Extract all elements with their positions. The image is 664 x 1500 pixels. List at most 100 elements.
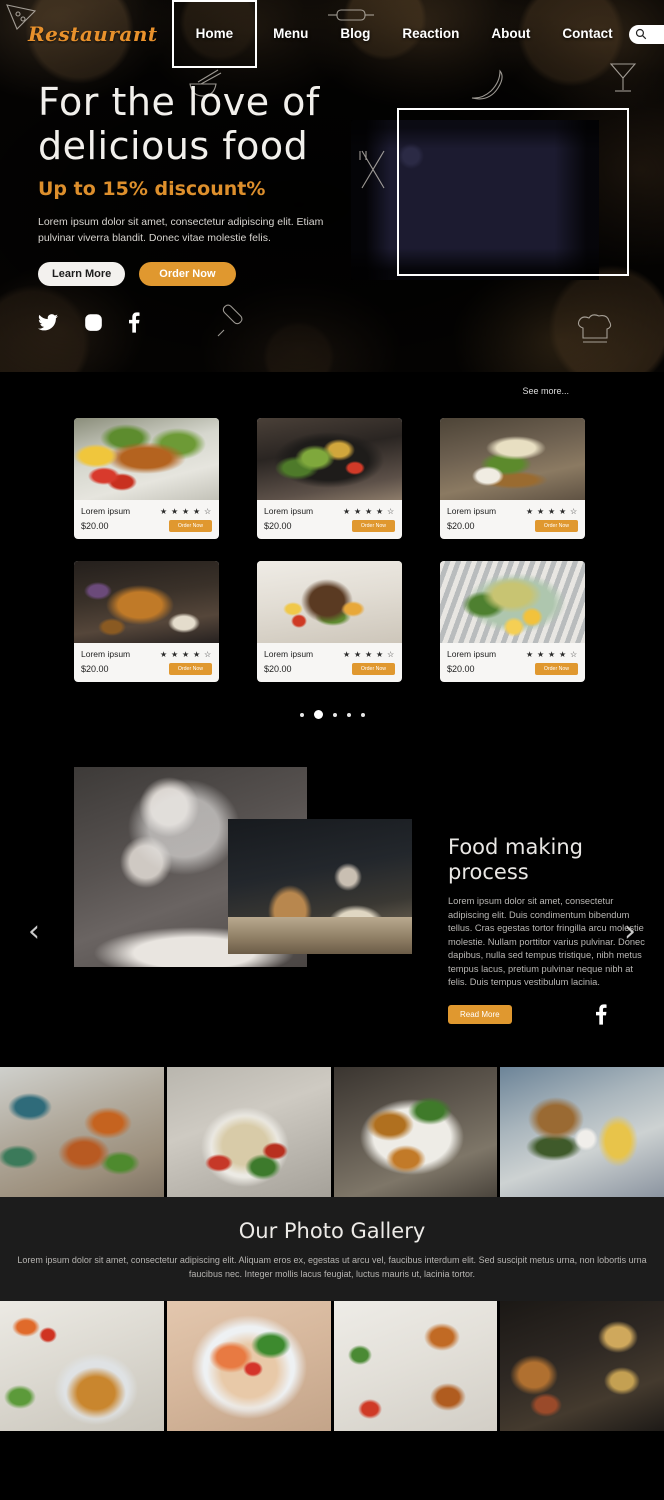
- carousel-dot[interactable]: [332, 712, 337, 717]
- menu-card-title: Lorem ipsum: [264, 649, 314, 659]
- strip-image-pasta: [166, 1067, 331, 1197]
- nav-item-blog[interactable]: Blog: [324, 0, 386, 68]
- facebook-icon[interactable]: [129, 312, 140, 333]
- hero-paragraph: Lorem ipsum dolor sit amet, consectetur …: [38, 216, 324, 244]
- gallery-paragraph: Lorem ipsum dolor sit amet, consectetur …: [17, 1255, 647, 1279]
- see-more-link[interactable]: See more...: [522, 386, 569, 396]
- nav-item-home[interactable]: Home: [171, 0, 258, 68]
- facebook-icon[interactable]: [595, 1003, 607, 1025]
- gallery-image-veggie-bowl: [0, 1301, 164, 1431]
- menu-card-image: [74, 418, 219, 500]
- menu-card-body: Lorem ipsum ★ ★ ★ ★ ☆ $20.00 Order Now: [440, 500, 585, 539]
- menu-carousel-section: See more... ‹ › Lorem ipsum ★ ★ ★ ★ ☆ $2…: [0, 372, 664, 947]
- menu-card-price: $20.00: [447, 664, 475, 674]
- hero-content: For the love of delicious food Up to 15%…: [0, 68, 664, 333]
- menu-card-rating: ★ ★ ★ ★ ☆: [526, 506, 578, 516]
- strip-image-burger-fries: [500, 1067, 664, 1197]
- nav-item-reaction[interactable]: Reaction: [386, 0, 475, 68]
- process-paragraph: Lorem ipsum dolor sit amet, consectetur …: [448, 896, 645, 987]
- menu-card-image: [257, 418, 402, 500]
- menu-card-title: Lorem ipsum: [264, 506, 314, 516]
- nav-item-menu[interactable]: Menu: [257, 0, 324, 68]
- menu-card-title: Lorem ipsum: [81, 649, 131, 659]
- menu-card-rating: ★ ★ ★ ★ ☆: [160, 506, 212, 516]
- twitter-icon[interactable]: [38, 314, 58, 331]
- hero-title-line-1: For the love of: [38, 80, 320, 124]
- main-navigation: Restaurant Home Menu Blog Reaction About…: [0, 0, 664, 68]
- process-title-line-2: process: [448, 860, 529, 884]
- menu-card-title: Lorem ipsum: [447, 649, 497, 659]
- gallery-image-loaded-fries-flatlay: [333, 1301, 498, 1431]
- hero-discount-text: Up to 15% discount%: [38, 178, 266, 200]
- menu-card[interactable]: Lorem ipsum ★ ★ ★ ★ ☆ $20.00 Order Now: [440, 561, 585, 682]
- search-input[interactable]: [646, 29, 664, 39]
- gallery-image-shrimp-soup: [166, 1301, 331, 1431]
- menu-card-rating: ★ ★ ★ ★ ☆: [343, 649, 395, 659]
- gallery-image-fried-food-dark: [500, 1301, 664, 1431]
- process-text-block: Food making process Lorem ipsum dolor si…: [448, 835, 648, 1025]
- menu-card-price: $20.00: [264, 664, 292, 674]
- nav-item-about[interactable]: About: [475, 0, 546, 68]
- menu-card-body: Lorem ipsum ★ ★ ★ ★ ☆ $20.00 Order Now: [257, 643, 402, 682]
- photo-gallery-section: Our Photo Gallery Lorem ipsum dolor sit …: [0, 1197, 664, 1301]
- menu-card-body: Lorem ipsum ★ ★ ★ ★ ☆ $20.00 Order Now: [257, 500, 402, 539]
- menu-card[interactable]: Lorem ipsum ★ ★ ★ ★ ☆ $20.00 Order Now: [74, 561, 219, 682]
- menu-card-body: Lorem ipsum ★ ★ ★ ★ ☆ $20.00 Order Now: [440, 643, 585, 682]
- food-making-process-section: Food making process Lorem ipsum dolor si…: [0, 767, 664, 1067]
- hero-buttons: Learn More Order Now: [38, 262, 664, 286]
- hero-title-line-2: delicious food: [38, 124, 309, 168]
- menu-card-row-1: Lorem ipsum ★ ★ ★ ★ ☆ $20.00 Order Now L: [0, 418, 664, 539]
- menu-card-title: Lorem ipsum: [447, 506, 497, 516]
- menu-card-grid: Lorem ipsum ★ ★ ★ ★ ☆ $20.00 Order Now L: [0, 386, 664, 682]
- menu-card[interactable]: Lorem ipsum ★ ★ ★ ★ ☆ $20.00 Order Now: [74, 418, 219, 539]
- menu-card-row-2: Lorem ipsum ★ ★ ★ ★ ☆ $20.00 Order Now L: [0, 561, 664, 682]
- menu-card-order-button[interactable]: Order Now: [534, 520, 578, 532]
- menu-card-image: [440, 418, 585, 500]
- menu-card-body: Lorem ipsum ★ ★ ★ ★ ☆ $20.00 Order Now: [74, 643, 219, 682]
- strip-image-chicken-salad: [333, 1067, 498, 1197]
- menu-card-rating: ★ ★ ★ ★ ☆: [526, 649, 578, 659]
- menu-card-image: [440, 561, 585, 643]
- process-title-line-1: Food making: [448, 835, 583, 859]
- nav-links: Home Menu Blog Reaction About Contact: [171, 0, 629, 68]
- search-box[interactable]: [628, 24, 664, 44]
- read-more-button[interactable]: Read More: [448, 1004, 512, 1024]
- menu-card-price: $20.00: [447, 521, 475, 531]
- menu-card-order-button[interactable]: Order Now: [168, 520, 212, 532]
- carousel-dot[interactable]: [346, 712, 351, 717]
- strip-image-loaded-fries: [0, 1067, 164, 1197]
- menu-card-price: $20.00: [264, 521, 292, 531]
- restaurant-landing-page: Restaurant Home Menu Blog Reaction About…: [0, 0, 664, 1500]
- menu-card-image: [74, 561, 219, 643]
- menu-card-order-button[interactable]: Order Now: [168, 663, 212, 675]
- instagram-icon[interactable]: [84, 313, 103, 332]
- site-logo[interactable]: Restaurant: [28, 22, 158, 46]
- menu-card-price: $20.00: [81, 664, 109, 674]
- carousel-dot-active[interactable]: [313, 710, 323, 719]
- learn-more-button[interactable]: Learn More: [38, 262, 126, 286]
- menu-card-order-button[interactable]: Order Now: [351, 520, 395, 532]
- menu-card-order-button[interactable]: Order Now: [534, 663, 578, 675]
- carousel-dots: [0, 704, 664, 719]
- menu-card-title: Lorem ipsum: [81, 506, 131, 516]
- process-image-counter: [228, 917, 412, 954]
- social-links: [38, 312, 664, 333]
- food-image-strip: [0, 1067, 664, 1197]
- menu-card[interactable]: Lorem ipsum ★ ★ ★ ★ ☆ $20.00 Order Now: [257, 561, 402, 682]
- order-now-button[interactable]: Order Now: [139, 262, 236, 286]
- menu-card-order-button[interactable]: Order Now: [351, 663, 395, 675]
- menu-card-image: [257, 561, 402, 643]
- menu-card-rating: ★ ★ ★ ★ ☆: [343, 506, 395, 516]
- nav-item-contact[interactable]: Contact: [546, 0, 628, 68]
- gallery-title: Our Photo Gallery: [238, 1219, 426, 1243]
- carousel-dot[interactable]: [360, 712, 365, 717]
- menu-card[interactable]: Lorem ipsum ★ ★ ★ ★ ☆ $20.00 Order Now: [440, 418, 585, 539]
- menu-card-rating: ★ ★ ★ ★ ☆: [160, 649, 212, 659]
- hero-section: Restaurant Home Menu Blog Reaction About…: [0, 0, 664, 372]
- menu-card-body: Lorem ipsum ★ ★ ★ ★ ☆ $20.00 Order Now: [74, 500, 219, 539]
- carousel-dot[interactable]: [299, 712, 304, 717]
- gallery-image-strip: [0, 1301, 664, 1431]
- search-icon: [635, 28, 646, 40]
- menu-card-price: $20.00: [81, 521, 109, 531]
- menu-card[interactable]: Lorem ipsum ★ ★ ★ ★ ☆ $20.00 Order Now: [257, 418, 402, 539]
